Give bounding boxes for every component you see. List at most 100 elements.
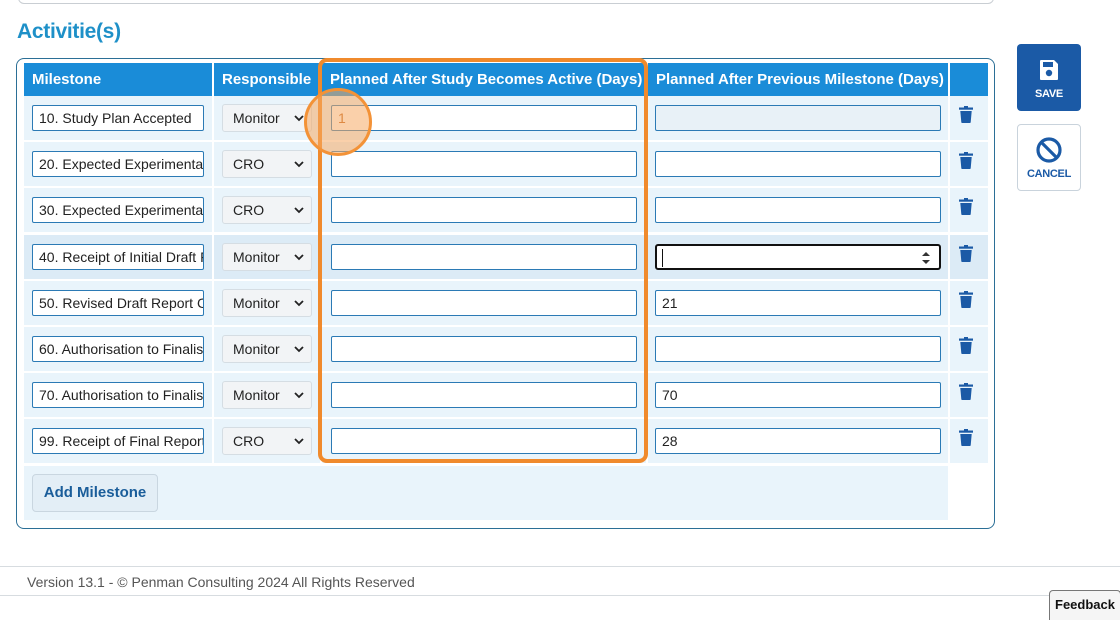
planned-after-previous-input[interactable]: 28	[655, 428, 941, 454]
milestone-name-input[interactable]: 40. Receipt of Initial Draft F	[32, 244, 204, 270]
column-separator	[646, 327, 648, 371]
responsible-value: Monitor	[233, 341, 280, 357]
planned-after-previous-input[interactable]	[655, 244, 941, 270]
chevron-down-icon	[294, 254, 304, 261]
trash-icon[interactable]	[959, 337, 973, 354]
responsible-value: Monitor	[233, 295, 280, 311]
chevron-down-icon	[294, 392, 304, 399]
table-row: 99. Receipt of Final Report CRO 28	[24, 419, 988, 463]
responsible-select[interactable]: CRO	[222, 427, 312, 455]
milestone-name-input[interactable]: 99. Receipt of Final Report	[32, 428, 204, 454]
responsible-select[interactable]: Monitor	[222, 104, 312, 132]
table-row: 70. Authorisation to Finalis Monitor 70	[24, 373, 988, 417]
trash-icon[interactable]	[959, 383, 973, 400]
column-separator	[320, 419, 322, 463]
trash-icon[interactable]	[959, 152, 973, 169]
planned-after-previous-value: 70	[662, 387, 678, 403]
table-row: 30. Expected Experimental CRO	[24, 188, 988, 232]
planned-after-previous-input[interactable]: 21	[655, 290, 941, 316]
cancel-button[interactable]: CANCEL	[1017, 124, 1081, 191]
trash-icon[interactable]	[959, 429, 973, 446]
planned-after-previous-input[interactable]	[655, 197, 941, 223]
trash-icon[interactable]	[959, 245, 973, 262]
column-separator	[212, 96, 214, 140]
planned-after-active-input[interactable]: 1	[331, 105, 637, 131]
responsible-select[interactable]: Monitor	[222, 335, 312, 363]
planned-after-previous-input[interactable]	[655, 105, 941, 131]
column-header-planned-after-active: Planned After Study Becomes Active (Days…	[322, 63, 646, 96]
responsible-select[interactable]: Monitor	[222, 289, 312, 317]
trash-icon[interactable]	[959, 106, 973, 123]
planned-after-previous-input[interactable]	[655, 151, 941, 177]
column-separator	[646, 281, 648, 325]
trash-icon[interactable]	[959, 198, 973, 215]
column-separator	[320, 373, 322, 417]
responsible-value: CRO	[233, 156, 265, 172]
column-separator	[948, 188, 950, 232]
planned-after-active-input[interactable]	[331, 336, 637, 362]
milestone-name-input[interactable]: 30. Expected Experimental	[32, 197, 204, 223]
column-separator	[212, 188, 214, 232]
add-milestone-button[interactable]: Add Milestone	[32, 474, 158, 512]
responsible-select[interactable]: Monitor	[222, 381, 312, 409]
planned-after-active-input[interactable]	[331, 428, 637, 454]
milestone-name-input[interactable]: 50. Revised Draft Report Ci	[32, 290, 204, 316]
responsible-value: Monitor	[233, 387, 280, 403]
column-separator	[646, 142, 648, 186]
table-row: 10. Study Plan Accepted Monitor 1	[24, 96, 988, 140]
milestone-name-input[interactable]: 10. Study Plan Accepted	[32, 105, 204, 131]
table-row: 20. Expected Experimental CRO	[24, 142, 988, 186]
column-separator	[948, 419, 950, 463]
column-separator	[948, 142, 950, 186]
chevron-down-icon	[294, 207, 304, 214]
column-header-planned-after-previous: Planned After Previous Milestone (Days)	[648, 63, 948, 96]
section-title: Activitie(s)	[17, 20, 121, 43]
milestone-name-input[interactable]: 20. Expected Experimental	[32, 151, 204, 177]
column-separator	[320, 327, 322, 371]
column-separator	[948, 281, 950, 325]
column-separator	[320, 281, 322, 325]
planned-after-active-input[interactable]	[331, 197, 637, 223]
add-milestone-area	[24, 466, 948, 520]
column-separator	[320, 142, 322, 186]
responsible-select[interactable]: Monitor	[222, 243, 312, 271]
column-separator	[646, 373, 648, 417]
responsible-select[interactable]: CRO	[222, 196, 312, 224]
column-separator	[212, 142, 214, 186]
table-row: 50. Revised Draft Report Ci Monitor 21	[24, 281, 988, 325]
column-header-responsible: Responsible	[214, 63, 320, 96]
chevron-down-icon	[294, 161, 304, 168]
planned-after-active-input[interactable]	[331, 151, 637, 177]
feedback-button[interactable]: Feedback	[1049, 590, 1120, 620]
column-separator	[212, 281, 214, 325]
column-header-milestone: Milestone	[24, 63, 212, 96]
column-separator	[212, 235, 214, 279]
table-row: 60. Authorisation to Finalis Monitor	[24, 327, 988, 371]
number-spinner-icon[interactable]	[919, 249, 933, 267]
milestone-name-input[interactable]: 70. Authorisation to Finalis	[32, 382, 204, 408]
trash-icon[interactable]	[959, 291, 973, 308]
column-header-actions	[950, 63, 988, 96]
milestone-name-input[interactable]: 60. Authorisation to Finalis	[32, 336, 204, 362]
column-separator	[646, 188, 648, 232]
floppy-disk-icon	[1040, 60, 1058, 80]
column-separator	[646, 96, 648, 140]
chevron-down-icon	[294, 300, 304, 307]
planned-after-previous-input[interactable]: 70	[655, 382, 941, 408]
planned-after-active-input[interactable]	[331, 382, 637, 408]
cancel-circle-icon	[1036, 137, 1062, 163]
column-separator	[320, 235, 322, 279]
column-separator	[320, 96, 322, 140]
save-button-label: SAVE	[1035, 88, 1063, 100]
planned-after-previous-value: 28	[662, 433, 678, 449]
chevron-down-icon	[294, 346, 304, 353]
planned-after-active-input[interactable]	[331, 290, 637, 316]
save-button[interactable]: SAVE	[1017, 44, 1081, 111]
footer-bottom-divider	[0, 595, 1120, 596]
responsible-select[interactable]: CRO	[222, 150, 312, 178]
column-separator	[948, 96, 950, 140]
footer-divider	[0, 566, 1120, 567]
table-row: 40. Receipt of Initial Draft F Monitor	[24, 235, 988, 279]
planned-after-previous-input[interactable]	[655, 336, 941, 362]
planned-after-active-input[interactable]	[331, 244, 637, 270]
